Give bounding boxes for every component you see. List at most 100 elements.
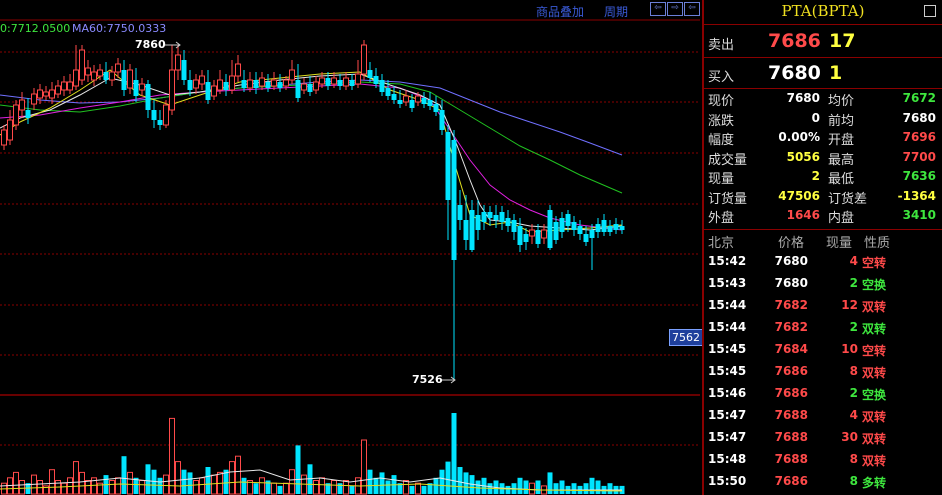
candle-body [379, 80, 385, 92]
candle-body [151, 110, 157, 120]
bid-price: 7680 [768, 62, 821, 84]
volume-bar [517, 477, 523, 494]
scroll-left-button[interactable]: ⇦ [650, 2, 666, 16]
tick-row[interactable]: 15:43 7680 2 空换 [704, 273, 942, 295]
period-link[interactable]: 周期 [604, 3, 628, 20]
tick-volume: 10 [841, 342, 858, 356]
candle-body [103, 72, 109, 80]
tick-volume: 4 [849, 408, 858, 422]
stat-label: 外盘 [708, 211, 735, 226]
instrument-title: PTA(BPTA) [781, 2, 865, 20]
candle-body [481, 212, 487, 222]
candle-body [499, 212, 505, 222]
bid-label: 买入 [708, 70, 735, 85]
kline-chart[interactable]: 商品叠加 周期 ⇦ ⇨ ⇦ 0:7712.0500 MA60:7750.0333… [0, 0, 703, 495]
stat-label: 涨跌 [708, 113, 735, 129]
window-icon[interactable] [924, 5, 936, 17]
candle-body [175, 54, 181, 71]
tick-price: 7680 [774, 254, 808, 268]
stat-label: 均价 [828, 94, 855, 109]
volume-bar [85, 480, 91, 495]
candle-body [535, 230, 541, 244]
tick-price: 7682 [774, 298, 808, 312]
volume-bar [439, 469, 445, 494]
candle-body [31, 93, 37, 105]
tick-volume: 12 [841, 298, 858, 312]
candle-body [415, 95, 421, 103]
volume-bar [13, 471, 19, 495]
quote-panel: PTA(BPTA) 卖出 7686 17 买入 7680 1 现价 7680 涨跌 0… [702, 0, 942, 495]
candle-body [97, 69, 103, 77]
candle-body [187, 80, 193, 90]
tick-time: 15:46 [708, 386, 747, 400]
tick-price: 7688 [774, 452, 808, 466]
volume-bar [295, 445, 301, 494]
candle-body [67, 81, 73, 91]
volume-bar [205, 467, 211, 494]
candle-body [139, 83, 145, 91]
candle-body [181, 60, 187, 80]
stat-value: 0 [811, 110, 820, 125]
candle-body [61, 81, 67, 91]
stat-value: 1646 [786, 208, 820, 222]
stat-label: 最低 [828, 172, 855, 187]
chart-canvas [0, 19, 700, 495]
candle-body [133, 80, 139, 96]
overlay-link[interactable]: 商品叠加 [536, 3, 584, 20]
volume-bar [79, 471, 85, 495]
candle-body [7, 119, 13, 141]
candle-body [301, 83, 307, 91]
ma-first-label: 0:7712.0500 [0, 22, 71, 35]
volume-bar [175, 461, 181, 495]
candle-body [433, 104, 439, 112]
tick-row[interactable]: 15:46 7686 2 空换 [704, 383, 942, 405]
volume-bar [385, 480, 391, 494]
volume-bar [67, 477, 73, 495]
tick-row[interactable]: 15:44 7682 12 双转 [704, 295, 942, 317]
candle-body [85, 67, 91, 76]
tick-time: 15:43 [708, 276, 747, 290]
tick-row[interactable]: 15:45 7686 8 双转 [704, 361, 942, 383]
tick-volume: 4 [849, 254, 858, 268]
candle-body [565, 214, 571, 226]
candle-body [589, 230, 595, 238]
low-marker [441, 376, 456, 384]
candle-body [91, 71, 97, 81]
tick-row[interactable]: 15:42 7680 4 空转 [704, 251, 942, 273]
candle-body [73, 69, 79, 87]
scroll-right-button[interactable]: ⇨ [667, 2, 683, 16]
stat-value: 7636 [902, 169, 936, 183]
candle-body [271, 79, 277, 87]
volume-bar [127, 471, 133, 495]
candle-body [25, 110, 31, 118]
volume-bar [49, 469, 55, 495]
low-price-label: 7526 [412, 373, 443, 386]
tick-header-nature: 性质 [864, 236, 891, 251]
candle-body [355, 73, 361, 85]
zoom-button[interactable]: ⇦ [684, 2, 700, 16]
volume-bar [415, 482, 421, 495]
volume-bar [163, 474, 169, 495]
tick-row[interactable]: 15:44 7682 2 双转 [704, 317, 942, 339]
candle-body [13, 104, 19, 126]
volume-bar [421, 485, 427, 494]
volume-bar [583, 483, 589, 494]
tick-row[interactable]: 15:50 7686 8 多转 [704, 471, 942, 493]
tick-row[interactable]: 15:47 7688 4 双转 [704, 405, 942, 427]
volume-bar [559, 480, 565, 494]
tick-row[interactable]: 15:45 7684 10 空转 [704, 339, 942, 361]
volume-bar [73, 461, 79, 495]
tick-row[interactable]: 15:47 7688 30 双转 [704, 427, 942, 449]
candle-body [619, 226, 625, 230]
candle-body [235, 63, 241, 77]
volume-bar [535, 480, 541, 494]
tick-volume: 30 [841, 430, 858, 444]
tick-nature: 双转 [862, 410, 887, 424]
ma-yellow-line [0, 69, 623, 233]
candle-body [295, 80, 301, 98]
candle-body [547, 210, 553, 248]
tick-volume: 2 [849, 386, 858, 400]
volume-bar [211, 474, 217, 495]
tick-row[interactable]: 15:48 7688 8 双转 [704, 449, 942, 471]
tick-time: 15:47 [708, 430, 747, 444]
